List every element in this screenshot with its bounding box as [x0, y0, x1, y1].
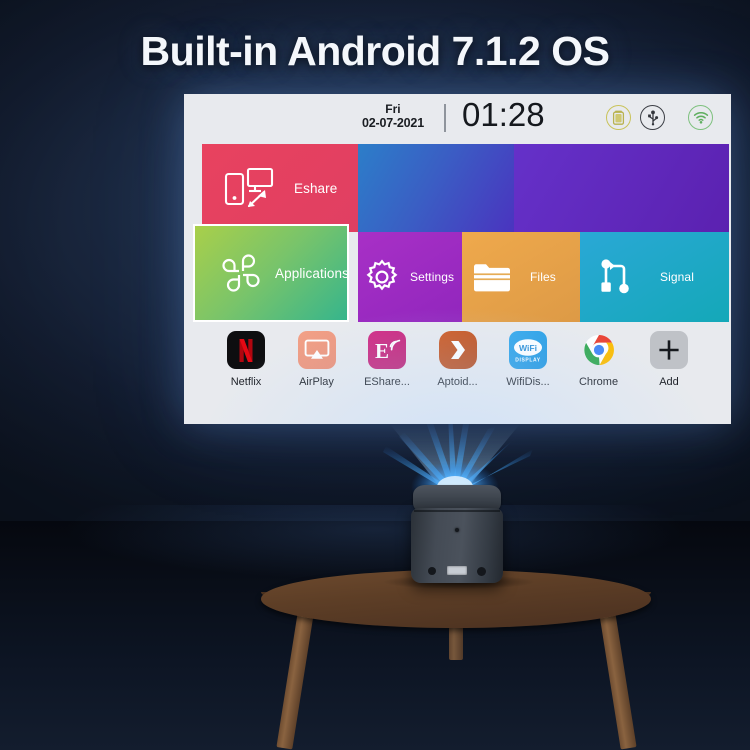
app-shortcut-eshare[interactable]: E EShare...	[357, 331, 417, 388]
svg-text:E: E	[375, 339, 389, 363]
screen-cast-icon	[224, 165, 276, 211]
table-leg-left	[276, 603, 315, 750]
tile-blue-empty[interactable]	[358, 144, 514, 232]
tile-files[interactable]: Files	[462, 232, 580, 322]
projector-indicator-dot	[455, 528, 459, 532]
app-shortcut-aptoide[interactable]: Aptoid...	[428, 331, 488, 388]
home-tile-grid: Eshare Applications Settings Files Signa…	[193, 144, 729, 322]
status-datetime: Fri 02-07-2021	[362, 102, 424, 131]
svg-text:WiFi: WiFi	[519, 343, 537, 353]
aptoide-icon	[438, 331, 477, 369]
gear-icon	[362, 257, 402, 297]
tile-label-signal: Signal	[660, 270, 694, 284]
app-label-netflix: Netflix	[230, 376, 262, 388]
tile-eshare[interactable]: Eshare	[202, 144, 358, 232]
status-clock: 01:28	[462, 96, 545, 133]
projector-seam	[414, 510, 500, 512]
wifi-icon[interactable]	[688, 105, 713, 130]
projector-usb-port	[447, 566, 467, 575]
app-label-add: Add	[659, 376, 679, 388]
status-day: Fri	[385, 102, 401, 116]
status-date: 02-07-2021	[362, 116, 424, 131]
app-shortcut-add[interactable]: Add	[639, 331, 699, 388]
tile-settings[interactable]: Settings	[358, 232, 462, 322]
app-shortcut-wifidisplay[interactable]: WiFi DISPLAY WifiDis...	[498, 331, 558, 388]
projected-android-home-screen: Fri 02-07-2021 01:28 Eshare Applications…	[184, 94, 731, 424]
tile-label-applications: Applications	[275, 265, 349, 281]
app-shortcut-airplay[interactable]: AirPlay	[287, 331, 347, 388]
table-leg-right	[598, 603, 637, 750]
projector-port-left	[428, 567, 436, 575]
app-label-eshare: EShare...	[364, 376, 410, 388]
tile-label-files: Files	[530, 270, 556, 284]
folder-icon	[472, 260, 512, 294]
eshare-icon: E	[368, 331, 406, 369]
battery-icon[interactable]	[606, 105, 631, 130]
app-shortcut-row: Netflix AirPlay E EShare... Aptoid... Wi…	[202, 322, 713, 424]
tile-label-settings: Settings	[410, 270, 455, 284]
app-shortcut-netflix[interactable]: Netflix	[216, 331, 276, 388]
airplay-icon	[297, 331, 336, 369]
signal-nodes-icon	[596, 257, 634, 297]
app-label-wifidisplay: WifiDis...	[506, 376, 550, 388]
tile-label-eshare: Eshare	[294, 180, 338, 196]
tile-purple-empty[interactable]	[514, 144, 729, 232]
tile-applications[interactable]: Applications	[193, 224, 349, 322]
plus-icon	[650, 331, 688, 369]
clover-grid-icon	[221, 253, 261, 293]
status-bar: Fri 02-07-2021 01:28	[194, 94, 721, 144]
projector-port-right	[477, 567, 486, 576]
app-label-airplay: AirPlay	[299, 376, 334, 388]
tile-signal[interactable]: Signal	[580, 232, 729, 322]
usb-icon[interactable]	[640, 105, 665, 130]
wifi-display-icon: WiFi DISPLAY	[509, 331, 547, 369]
svg-text:DISPLAY: DISPLAY	[515, 358, 540, 364]
chrome-icon	[580, 331, 618, 369]
mini-projector-device	[411, 485, 503, 585]
page-title: Built-in Android 7.1.2 OS	[140, 28, 610, 74]
app-shortcut-chrome[interactable]: Chrome	[569, 331, 629, 388]
status-divider	[444, 104, 446, 132]
netflix-icon	[227, 331, 265, 369]
app-label-aptoide: Aptoid...	[437, 376, 478, 388]
status-icon-group	[606, 105, 713, 130]
app-label-chrome: Chrome	[578, 376, 619, 388]
